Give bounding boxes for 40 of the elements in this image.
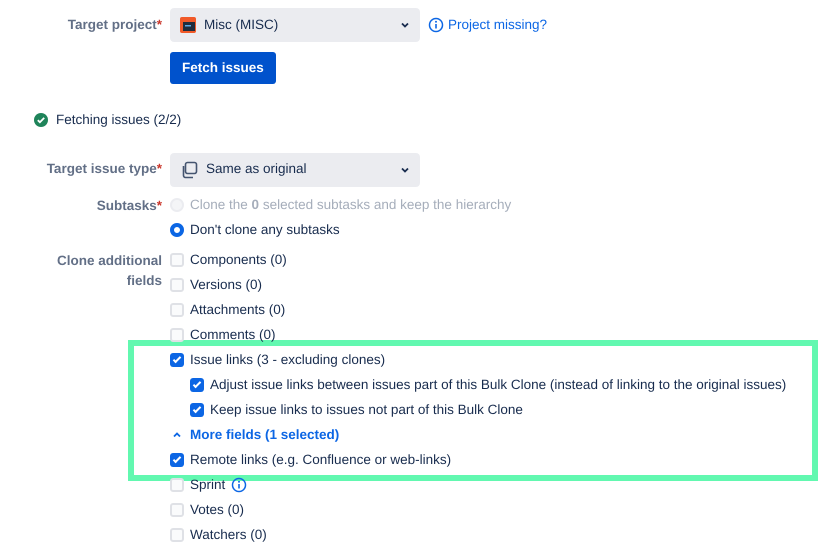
copy-icon: [180, 160, 198, 178]
checkbox-label: Versions (0): [190, 276, 262, 294]
chevron-up-icon: [172, 430, 182, 440]
status-text: Fetching issues (2/2): [56, 111, 182, 130]
more-fields-toggle[interactable]: More fields (1 selected): [172, 424, 340, 446]
checkbox[interactable]: [170, 278, 184, 292]
checkbox[interactable]: [170, 528, 184, 542]
checkbox[interactable]: [190, 403, 204, 417]
info-icon: [428, 17, 444, 33]
option-label: Clone the 0 selected subtasks and keep the hierarchy: [190, 196, 512, 214]
field-label: Target project*: [68, 16, 162, 34]
checkbox[interactable]: [170, 253, 184, 267]
checkbox-label: Remote links (e.g. Confluence or web-links): [190, 450, 452, 469]
project-select[interactable]: Misc (MISC): [170, 8, 420, 42]
checkbox[interactable]: [170, 478, 184, 492]
project-icon: [180, 17, 196, 33]
option-label: Don't clone any subtasks: [190, 220, 340, 239]
checkbox[interactable]: [170, 328, 184, 342]
checkbox[interactable]: [190, 378, 204, 392]
chevron-down-icon: [400, 20, 410, 30]
checkbox-label: Keep issue links to issues not part of this Bulk Clone: [210, 400, 523, 419]
checkbox[interactable]: [170, 453, 184, 467]
checkbox-label: Issue links (3 - excluding clones): [190, 350, 386, 369]
checkbox-label: Comments (0): [190, 326, 276, 344]
checkbox-label: Attachments (0): [190, 300, 286, 319]
project-missing-link[interactable]: Project missing?: [448, 14, 548, 36]
field-label: Clone additional fields: [56, 252, 162, 290]
field-label: Subtasks*: [96, 196, 162, 214]
radio-button[interactable]: [170, 223, 184, 237]
checkbox-label: Watchers (0): [190, 526, 267, 544]
checkbox-label: Sprint: [190, 476, 226, 494]
checkbox-label: Votes (0): [190, 500, 244, 519]
fetch-issues-button[interactable]: Fetch issues: [170, 52, 276, 84]
checkbox-label: Adjust issue links between issues part of this Bulk Clone (instead of linking to the original issues): [210, 376, 786, 394]
checkbox[interactable]: [170, 353, 184, 367]
checkbox-label: Components (0): [190, 250, 287, 269]
checkbox[interactable]: [170, 303, 184, 317]
checkbox[interactable]: [170, 503, 184, 517]
issue-type-select[interactable]: Same as original: [170, 152, 420, 186]
field-label: Target issue type*: [46, 160, 162, 178]
